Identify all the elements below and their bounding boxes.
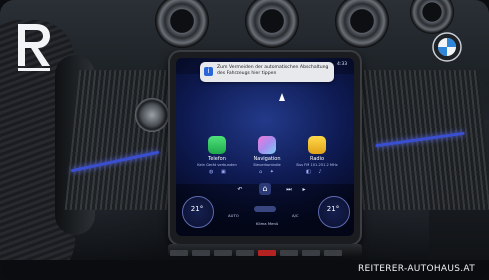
hardware-button[interactable]: [324, 250, 342, 256]
phone-icon[interactable]: [208, 136, 226, 154]
nav-shortcut-icons[interactable]: ⌂ ✦: [259, 169, 277, 175]
dealer-logo-icon: [18, 24, 50, 71]
info-icon: i: [204, 67, 213, 76]
bmw-logo-icon: [432, 32, 462, 62]
notification-banner[interactable]: i Zum Vermeiden der automatischen Abscha…: [200, 62, 334, 82]
air-vent: [155, 0, 209, 48]
fan-speed-slider[interactable]: [254, 206, 276, 212]
ac-button[interactable]: A/C: [292, 213, 299, 218]
air-vent: [245, 0, 299, 48]
hardware-button[interactable]: [236, 250, 254, 256]
notification-text: Zum Vermeiden der automatischen Abschalt…: [217, 65, 329, 76]
temperature-right: 21°: [326, 205, 340, 213]
climate-menu-button[interactable]: Klima Menü: [256, 221, 278, 226]
radio-icon[interactable]: [308, 136, 326, 154]
hardware-button[interactable]: [192, 250, 210, 256]
temperature-left: 21°: [190, 205, 204, 213]
clock: 4:33: [337, 62, 348, 67]
radio-shortcut-icons[interactable]: ◧ ♪: [306, 169, 325, 175]
skip-icon[interactable]: ⏭: [283, 186, 295, 194]
app-label-radio[interactable]: Radio: [287, 156, 347, 162]
hazard-button[interactable]: [258, 250, 276, 256]
hardware-button[interactable]: [214, 250, 232, 256]
car-interior-photo: i Zum Vermeiden der automatischen Abscha…: [0, 0, 489, 280]
hardware-button[interactable]: [170, 250, 188, 256]
physical-button-row[interactable]: [168, 244, 362, 256]
navigation-icon[interactable]: [258, 136, 276, 154]
navigation-arrow-icon: [279, 93, 285, 101]
next-icon[interactable]: ▸: [298, 186, 310, 193]
app-sub-radio: Bus FM 101.251.2 MHz: [296, 163, 338, 167]
back-icon[interactable]: ↶: [234, 186, 246, 193]
infotainment-screen[interactable]: i Zum Vermeiden der automatischen Abscha…: [176, 58, 354, 236]
website-url[interactable]: REITERER-AUTOHAUS.AT: [358, 264, 475, 274]
air-vent: [410, 0, 454, 34]
home-icon[interactable]: ⌂: [259, 183, 271, 195]
hardware-button[interactable]: [280, 250, 298, 256]
hardware-button[interactable]: [302, 250, 320, 256]
auto-button[interactable]: AUTO: [228, 213, 239, 218]
air-vent: [335, 0, 389, 48]
phone-shortcut-icons[interactable]: ◍ ▣: [209, 169, 229, 175]
start-stop-button[interactable]: [135, 98, 169, 132]
